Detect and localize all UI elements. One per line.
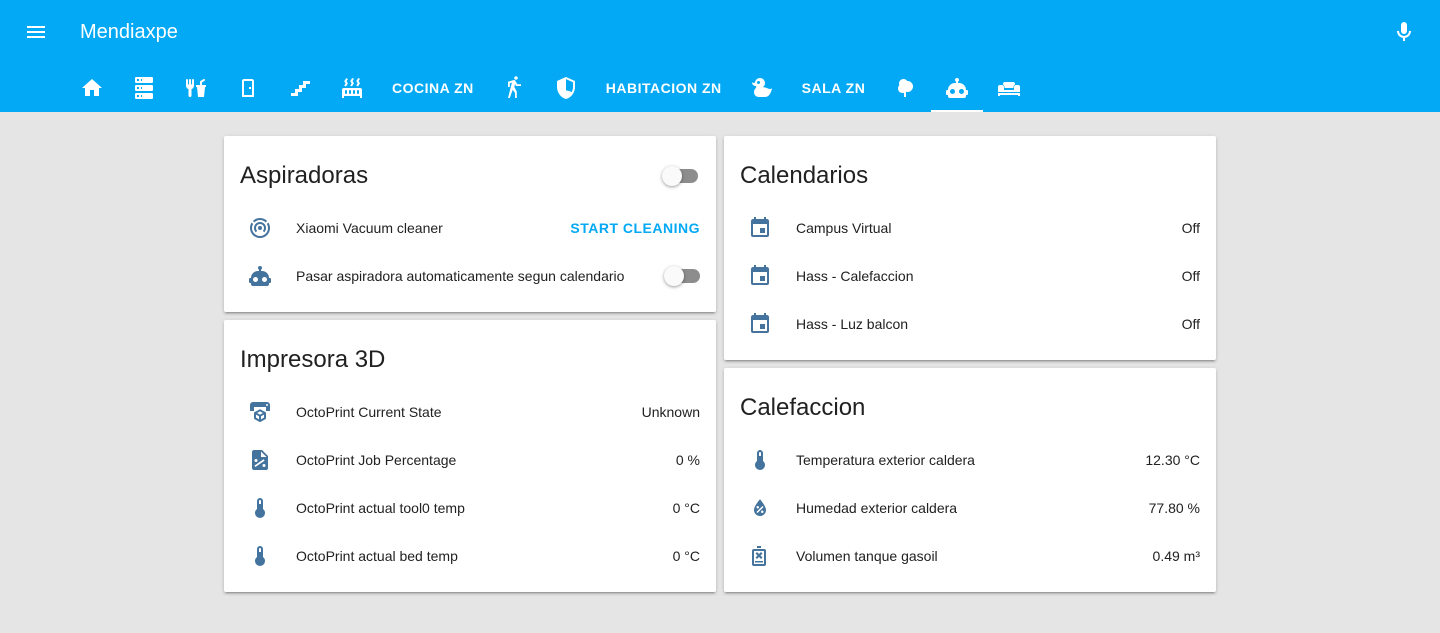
calendar-row[interactable]: Hass - Calefaccion Off xyxy=(740,256,1200,296)
tab-duck[interactable] xyxy=(736,64,788,112)
sensor-row[interactable]: Volumen tanque gasoil 0.49 m³ xyxy=(740,536,1200,576)
tab-sala-zn[interactable]: SALA ZN xyxy=(788,64,880,112)
card-title: Aspiradoras xyxy=(240,162,369,189)
sensor-value: 0.49 m³ xyxy=(1152,548,1200,564)
calendar-name: Hass - Luz balcon xyxy=(796,316,909,332)
tab-kitchen[interactable] xyxy=(170,64,222,112)
tab-garden[interactable] xyxy=(879,64,931,112)
thermometer-icon xyxy=(240,536,280,576)
app-title: Mendiaxpe xyxy=(80,21,178,43)
sensor-name: Volumen tanque gasoil xyxy=(796,548,938,564)
door-icon xyxy=(242,79,254,97)
sensor-value: 77.80 % xyxy=(1148,500,1200,516)
sensor-value: 0 % xyxy=(675,452,700,468)
shield-icon xyxy=(556,77,575,99)
thermometer-icon xyxy=(240,488,280,528)
start-cleaning-button[interactable]: START CLEANING xyxy=(570,220,700,236)
calendar-state: Off xyxy=(1181,220,1200,236)
radiator-icon xyxy=(342,78,362,98)
card-aspiradoras: Aspiradoras Xiaomi Vacuum cleaner START … xyxy=(224,136,716,312)
tab-home[interactable] xyxy=(66,64,118,112)
sensor-name: Humedad exterior caldera xyxy=(796,500,958,516)
tab-label: SALA ZN xyxy=(801,80,866,96)
menu-icon[interactable] xyxy=(24,20,48,44)
sensor-name: OctoPrint Job Percentage xyxy=(296,452,457,468)
card-calendarios: Calendarios Campus Virtual Off Hass - Ca… xyxy=(724,136,1216,360)
robot-vacuum-icon xyxy=(240,208,280,248)
tab-stairs[interactable] xyxy=(274,64,326,112)
calendar-icon xyxy=(740,304,780,344)
sensor-name: Temperatura exterior caldera xyxy=(796,452,975,468)
card-title: Calendarios xyxy=(740,162,869,189)
view-tabs: COCINA ZN HABITACION ZN SALA ZN xyxy=(66,64,1035,112)
sensor-row[interactable]: Humedad exterior caldera 77.80 % xyxy=(740,488,1200,528)
card-impresora-3d: Impresora 3D OctoPrint Current State Unk… xyxy=(224,320,716,592)
stairs-icon xyxy=(291,81,310,96)
calendar-name: Hass - Calefaccion xyxy=(796,268,914,284)
calendar-state: Off xyxy=(1181,268,1200,284)
walk-icon xyxy=(507,76,521,98)
tab-habitacion-zn[interactable]: HABITACION ZN xyxy=(592,64,736,112)
auto-vacuum-label: Pasar aspiradora automaticamente segun c… xyxy=(296,268,625,284)
app-header: Mendiaxpe COCINA ZN HABITACION ZN SALA Z… xyxy=(0,0,1440,112)
tab-sofa[interactable] xyxy=(983,64,1035,112)
sensor-row[interactable]: Temperatura exterior caldera 12.30 °C xyxy=(740,440,1200,480)
calendar-icon xyxy=(740,208,780,248)
thermometer-icon xyxy=(740,440,780,480)
sensor-row[interactable]: OctoPrint actual tool0 temp 0 °C xyxy=(240,488,700,528)
sensor-value: 0 °C xyxy=(672,548,700,564)
calendar-row[interactable]: Hass - Luz balcon Off xyxy=(740,304,1200,344)
card-calefaccion: Calefaccion Temperatura exterior caldera… xyxy=(724,368,1216,592)
robot-icon xyxy=(240,256,280,296)
silverware-icon xyxy=(186,78,206,97)
calendar-icon xyxy=(740,256,780,296)
sensor-row[interactable]: OctoPrint Current State Unknown xyxy=(240,392,700,432)
tab-server[interactable] xyxy=(118,64,170,112)
server-icon xyxy=(135,77,153,99)
sensor-name: OctoPrint actual bed temp xyxy=(296,548,458,564)
sensor-row[interactable]: OctoPrint Job Percentage 0 % xyxy=(240,440,700,480)
auto-vacuum-row: Pasar aspiradora automaticamente segun c… xyxy=(240,256,700,296)
printer-3d-icon xyxy=(240,392,280,432)
home-icon xyxy=(82,79,102,96)
card-title: Impresora 3D xyxy=(240,346,386,373)
robot-icon xyxy=(946,78,969,98)
microphone-icon[interactable] xyxy=(1392,20,1416,44)
aspiradoras-group-toggle[interactable] xyxy=(662,166,698,186)
calendar-row[interactable]: Campus Virtual Off xyxy=(740,208,1200,248)
tab-walk[interactable] xyxy=(488,64,540,112)
auto-vacuum-toggle[interactable] xyxy=(664,266,700,286)
water-percent-icon xyxy=(740,488,780,528)
file-percent-icon xyxy=(240,440,280,480)
sensor-value: 12.30 °C xyxy=(1145,452,1200,468)
tree-icon xyxy=(898,79,914,97)
vacuum-name: Xiaomi Vacuum cleaner xyxy=(296,220,443,236)
card-title: Calefaccion xyxy=(740,394,866,421)
tab-robot[interactable] xyxy=(931,64,984,112)
sensor-value: Unknown xyxy=(641,404,700,420)
calendar-name: Campus Virtual xyxy=(796,220,892,236)
tab-label: HABITACION ZN xyxy=(605,80,722,96)
sensor-row[interactable]: OctoPrint actual bed temp 0 °C xyxy=(240,536,700,576)
vacuum-row[interactable]: Xiaomi Vacuum cleaner START CLEANING xyxy=(240,208,700,248)
tab-door[interactable] xyxy=(222,64,274,112)
tab-cocina-zn[interactable]: COCINA ZN xyxy=(378,64,488,112)
gas-tank-icon xyxy=(740,536,780,576)
tab-radiator[interactable] xyxy=(326,64,378,112)
sensor-name: OctoPrint Current State xyxy=(296,404,442,420)
sensor-name: OctoPrint actual tool0 temp xyxy=(296,500,465,516)
sensor-value: 0 °C xyxy=(672,500,700,516)
tab-security[interactable] xyxy=(540,64,592,112)
calendar-state: Off xyxy=(1181,316,1200,332)
sofa-icon xyxy=(998,82,1021,96)
duck-icon xyxy=(751,78,772,97)
tab-label: COCINA ZN xyxy=(392,80,474,96)
